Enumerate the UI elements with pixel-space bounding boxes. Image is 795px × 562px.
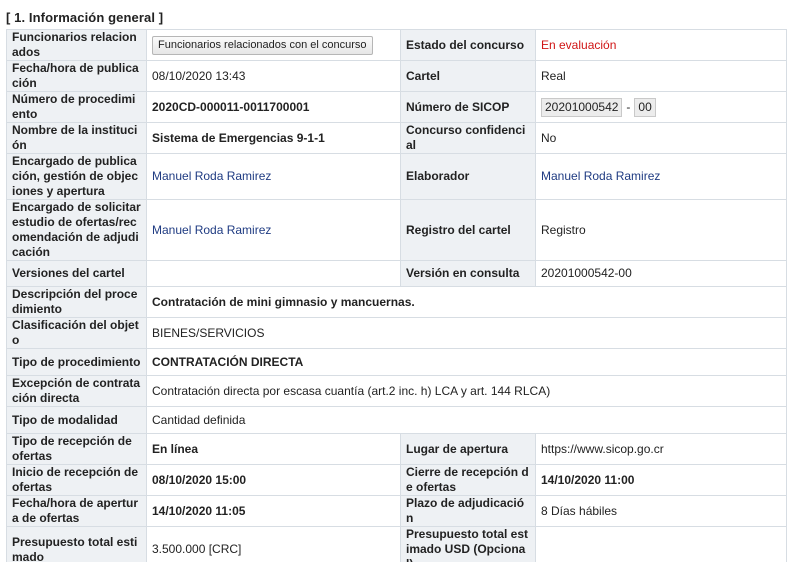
funcionarios-cell: Funcionarios relacionados con el concurs… [146, 29, 401, 61]
lugar-apertura-value: https://www.sicop.go.cr [535, 433, 787, 465]
fecha-publicacion-value: 08/10/2020 13:43 [146, 60, 401, 92]
elaborador-label: Elaborador [400, 153, 536, 200]
version-consulta-value: 20201000542-00 [535, 260, 787, 287]
funcionarios-label: Funcionarios relacionados [6, 29, 147, 61]
numero-procedimiento-label: Número de procedimiento [6, 91, 147, 123]
row-clasificacion: Clasificación del objeto BIENES/SERVICIO… [6, 317, 787, 349]
clasificacion-label: Clasificación del objeto [6, 317, 147, 349]
institucion-label: Nombre de la institución [6, 122, 147, 154]
modalidad-label: Tipo de modalidad [6, 406, 147, 434]
tipo-procedimiento-value: CONTRATACIÓN DIRECTA [146, 348, 787, 376]
registro-cartel-label: Registro del cartel [400, 199, 536, 261]
recepcion-value: En línea [146, 433, 401, 465]
encargado-solicitar-link[interactable]: Manuel Roda Ramirez [146, 199, 401, 261]
inicio-recepcion-label: Inicio de recepción de ofertas [6, 464, 147, 496]
cartel-value: Real [535, 60, 787, 92]
row-inicio-recepcion: Inicio de recepción de ofertas 08/10/202… [6, 464, 787, 496]
tipo-procedimiento-label: Tipo de procedimiento [6, 348, 147, 376]
presupuesto-usd-label: Presupuesto total estimado USD (Opcional… [400, 526, 536, 562]
presupuesto-usd-value [535, 526, 787, 562]
excepcion-label: Excepción de contratación directa [6, 375, 147, 407]
numero-sicop-part1: 20201000542 [541, 97, 623, 117]
row-fecha-apertura: Fecha/hora de apertura de ofertas 14/10/… [6, 495, 787, 527]
fecha-apertura-value: 14/10/2020 11:05 [146, 495, 401, 527]
numero-sicop-label: Número de SICOP [400, 91, 536, 123]
plazo-adjudicacion-label: Plazo de adjudicación [400, 495, 536, 527]
funcionarios-button[interactable]: Funcionarios relacionados con el concurs… [152, 35, 373, 55]
presupuesto-label: Presupuesto total estimado [6, 526, 147, 562]
inicio-recepcion-value: 08/10/2020 15:00 [146, 464, 401, 496]
cierre-recepcion-label: Cierre de recepción de ofertas [400, 464, 536, 496]
modalidad-value: Cantidad definida [146, 406, 787, 434]
general-info-table: Funcionarios relacionados Funcionarios r… [6, 29, 787, 562]
row-presupuesto: Presupuesto total estimado 3.500.000 [CR… [6, 526, 787, 562]
fecha-apertura-label: Fecha/hora de apertura de ofertas [6, 495, 147, 527]
row-institucion: Nombre de la institución Sistema de Emer… [6, 122, 787, 154]
elaborador-link[interactable]: Manuel Roda Ramirez [535, 153, 787, 200]
cierre-recepcion-value: 14/10/2020 11:00 [535, 464, 787, 496]
recepcion-label: Tipo de recepción de ofertas [6, 433, 147, 465]
row-numero-procedimiento: Número de procedimiento 2020CD-000011-00… [6, 91, 787, 123]
numero-sicop-part2: 00 [634, 97, 656, 117]
version-consulta-label: Versión en consulta [400, 260, 536, 287]
encargado-publicacion-label: Encargado de publicación, gestión de obj… [6, 153, 147, 200]
section-title: [ 1. Información general ] [6, 10, 164, 25]
institucion-value: Sistema de Emergencias 9-1-1 [146, 122, 401, 154]
row-encargado-publicacion: Encargado de publicación, gestión de obj… [6, 153, 787, 200]
row-modalidad: Tipo de modalidad Cantidad definida [6, 406, 787, 434]
estado-value: En evaluación [535, 29, 787, 61]
descripcion-value: Contratación de mini gimnasio y mancuern… [146, 286, 787, 318]
encargado-publicacion-link[interactable]: Manuel Roda Ramirez [146, 153, 401, 200]
confidencial-value: No [535, 122, 787, 154]
row-fecha-publicacion: Fecha/hora de publicación 08/10/2020 13:… [6, 60, 787, 92]
numero-procedimiento-value: 2020CD-000011-0011700001 [146, 91, 401, 123]
numero-sicop-cell: 20201000542-00 [535, 91, 787, 123]
row-excepcion: Excepción de contratación directa Contra… [6, 375, 787, 407]
plazo-adjudicacion-value: 8 Días hábiles [535, 495, 787, 527]
numero-sicop-separator: - [626, 99, 631, 114]
fecha-publicacion-label: Fecha/hora de publicación [6, 60, 147, 92]
confidencial-label: Concurso confidencial [400, 122, 536, 154]
encargado-solicitar-label: Encargado de solicitar estudio de oferta… [6, 199, 147, 261]
cartel-label: Cartel [400, 60, 536, 92]
clasificacion-value: BIENES/SERVICIOS [146, 317, 787, 349]
descripcion-label: Descripción del procedimiento [6, 286, 147, 318]
lugar-apertura-label: Lugar de apertura [400, 433, 536, 465]
row-descripcion: Descripción del procedimiento Contrataci… [6, 286, 787, 318]
versiones-label: Versiones del cartel [6, 260, 147, 287]
estado-label: Estado del concurso [400, 29, 536, 61]
row-encargado-solicitar: Encargado de solicitar estudio de oferta… [6, 199, 787, 261]
row-funcionarios: Funcionarios relacionados Funcionarios r… [6, 29, 787, 61]
row-tipo-procedimiento: Tipo de procedimiento CONTRATACIÓN DIREC… [6, 348, 787, 376]
row-versiones: Versiones del cartel Versión en consulta… [6, 260, 787, 287]
versiones-value [146, 260, 401, 287]
excepcion-value: Contratación directa por escasa cuantía … [146, 375, 787, 407]
presupuesto-value: 3.500.000 [CRC] [146, 526, 401, 562]
registro-cartel-value: Registro [535, 199, 787, 261]
row-recepcion: Tipo de recepción de ofertas En línea Lu… [6, 433, 787, 465]
